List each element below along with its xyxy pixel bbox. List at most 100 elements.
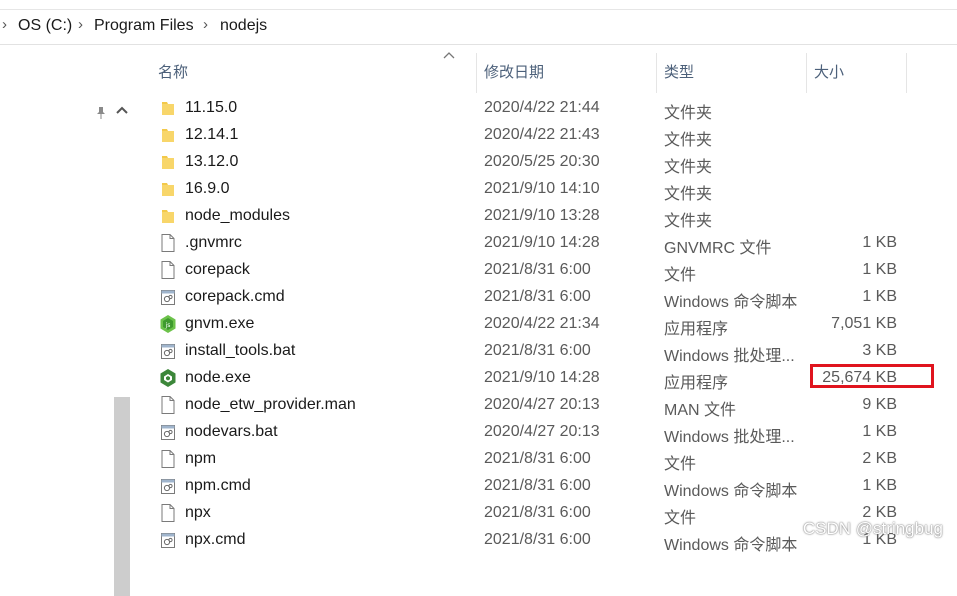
file-date: 2021/9/10 14:28 (484, 369, 600, 386)
column-header-size[interactable]: 大小 (814, 61, 844, 82)
file-row[interactable]: node_modules 2021/9/10 13:28 文件夹 (135, 203, 957, 230)
breadcrumb-item-drive[interactable]: OS (C:) (18, 17, 72, 35)
scroll-up-icon[interactable] (114, 103, 130, 117)
file-row[interactable]: 12.14.1 2020/4/22 21:43 文件夹 (135, 122, 957, 149)
file-date: 2021/8/31 6:00 (484, 477, 591, 494)
file-type: 文件 (664, 456, 697, 473)
file-name: nodevars.bat (185, 423, 278, 440)
folder-icon (159, 98, 177, 118)
node-exe-icon (159, 368, 177, 388)
chevron-right-icon[interactable]: › (203, 16, 208, 33)
file-type: Windows 命令脚本 (664, 294, 798, 311)
gnvm-exe-icon: js (159, 314, 177, 334)
file-row[interactable]: npm.cmd 2021/8/31 6:00 Windows 命令脚本 1 KB (135, 473, 957, 500)
file-row[interactable]: js gnvm.exe 2020/4/22 21:34 应用程序 7,051 KB (135, 311, 957, 338)
title-strip (0, 0, 957, 10)
column-divider[interactable] (656, 53, 657, 93)
column-divider[interactable] (476, 53, 477, 93)
file-row[interactable]: corepack 2021/8/31 6:00 文件 1 KB (135, 257, 957, 284)
file-name: npm.cmd (185, 477, 251, 494)
file-size: 3 KB (862, 342, 897, 359)
file-type: GNVMRC 文件 (664, 240, 772, 257)
file-type: Windows 命令脚本 (664, 537, 798, 554)
file-name: node.exe (185, 369, 251, 386)
file-size: 1 KB (862, 234, 897, 251)
column-header: 名称 修改日期 类型 大小 (135, 45, 957, 95)
file-date: 2021/8/31 6:00 (484, 261, 591, 278)
file-icon (159, 233, 177, 253)
file-type: 文件夹 (664, 186, 713, 203)
file-size: 7,051 KB (831, 315, 897, 332)
file-date: 2020/5/25 20:30 (484, 153, 600, 170)
file-name: 12.14.1 (185, 126, 239, 143)
pin-icon[interactable] (94, 106, 108, 120)
file-type: 文件夹 (664, 132, 713, 149)
script-file-icon (159, 341, 177, 361)
column-header-name[interactable]: 名称 (158, 61, 188, 82)
file-date: 2021/8/31 6:00 (484, 450, 591, 467)
file-size: 1 KB (862, 477, 897, 494)
file-name: 11.15.0 (185, 99, 238, 116)
file-row[interactable]: corepack.cmd 2021/8/31 6:00 Windows 命令脚本 1 … (135, 284, 957, 311)
file-name: corepack.cmd (185, 288, 285, 305)
file-row[interactable]: 16.9.0 2021/9/10 14:10 文件夹 (135, 176, 957, 203)
column-divider[interactable] (806, 53, 807, 93)
file-name: 16.9.0 (185, 180, 230, 197)
file-icon (159, 503, 177, 523)
script-file-icon (159, 530, 177, 550)
file-date: 2020/4/27 20:13 (484, 423, 600, 440)
chevron-right-icon[interactable]: › (2, 16, 7, 33)
file-date: 2021/8/31 6:00 (484, 288, 591, 305)
file-name: npx (185, 504, 211, 521)
file-date: 2021/9/10 14:28 (484, 234, 600, 251)
file-type: 应用程序 (664, 321, 729, 338)
file-row[interactable]: .gnvmrc 2021/9/10 14:28 GNVMRC 文件 1 KB (135, 230, 957, 257)
file-size: 2 KB (862, 450, 897, 467)
navigation-pane (0, 45, 135, 596)
chevron-right-icon[interactable]: › (78, 16, 83, 33)
file-size: 1 KB (862, 261, 897, 278)
breadcrumb: › OS (C:) › Program Files › nodejs (0, 10, 957, 45)
file-date: 2021/9/10 13:28 (484, 207, 600, 224)
file-name: 13.12.0 (185, 153, 239, 170)
svg-text:js: js (165, 322, 171, 329)
folder-icon (159, 179, 177, 199)
file-type: 应用程序 (664, 375, 729, 392)
file-date: 2021/8/31 6:00 (484, 531, 591, 548)
file-icon (159, 260, 177, 280)
nav-scrollbar-thumb[interactable] (114, 397, 130, 596)
column-header-type[interactable]: 类型 (664, 61, 694, 82)
file-date: 2021/9/10 14:10 (484, 180, 600, 197)
file-date: 2020/4/27 20:13 (484, 396, 600, 413)
file-row[interactable]: node_etw_provider.man 2020/4/27 20:13 MAN … (135, 392, 957, 419)
file-type: 文件夹 (664, 159, 713, 176)
breadcrumb-item-nodejs[interactable]: nodejs (220, 17, 267, 35)
file-size: 9 KB (862, 396, 897, 413)
column-divider[interactable] (906, 53, 907, 93)
script-file-icon (159, 476, 177, 496)
file-type: 文件 (664, 510, 697, 527)
file-type: Windows 批处理... (664, 429, 795, 446)
file-name: .gnvmrc (185, 234, 242, 251)
file-type: MAN 文件 (664, 402, 737, 419)
file-type: 文件夹 (664, 105, 713, 122)
file-date: 2020/4/22 21:34 (484, 315, 600, 332)
file-row[interactable]: 13.12.0 2020/5/25 20:30 文件夹 (135, 149, 957, 176)
file-row[interactable]: npm 2021/8/31 6:00 文件 2 KB (135, 446, 957, 473)
file-name: install_tools.bat (185, 342, 296, 359)
file-icon (159, 449, 177, 469)
column-header-date[interactable]: 修改日期 (484, 61, 544, 82)
highlight-annotation (810, 364, 934, 388)
file-icon (159, 395, 177, 415)
file-row[interactable]: install_tools.bat 2021/8/31 6:00 Windows 批… (135, 338, 957, 365)
file-row[interactable]: 11.15.0 2020/4/22 21:44 文件夹 (135, 95, 957, 122)
breadcrumb-item-program-files[interactable]: Program Files (94, 17, 194, 35)
file-name: node_etw_provider.man (185, 396, 356, 413)
file-list: 11.15.0 2020/4/22 21:44 文件夹 12.14.1 2020/4/2… (135, 95, 957, 554)
file-type: Windows 命令脚本 (664, 483, 798, 500)
file-row[interactable]: nodevars.bat 2020/4/27 20:13 Windows 批处理..… (135, 419, 957, 446)
file-type: 文件 (664, 267, 697, 284)
script-file-icon (159, 422, 177, 442)
file-name: gnvm.exe (185, 315, 255, 332)
file-date: 2021/8/31 6:00 (484, 342, 591, 359)
